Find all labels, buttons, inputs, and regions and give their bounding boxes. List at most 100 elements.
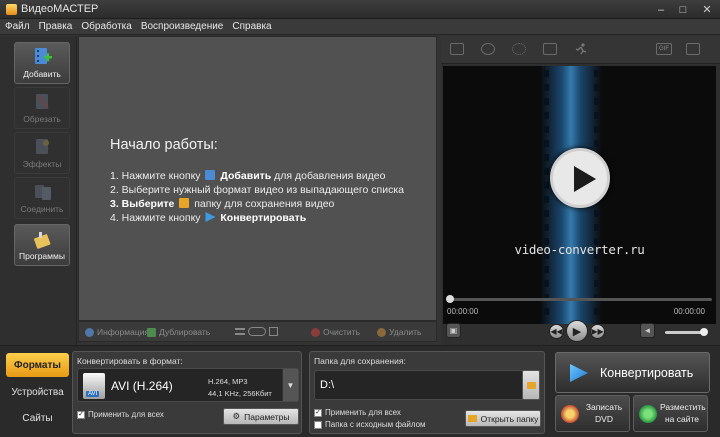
film-perforation xyxy=(594,266,599,273)
getting-started-heading: Начало работы: xyxy=(110,137,218,153)
programs-button[interactable]: Программы xyxy=(14,224,70,266)
volume-knob[interactable] xyxy=(700,328,708,336)
join-label: Соединить xyxy=(20,204,64,214)
menu-file[interactable]: Файл xyxy=(5,21,30,32)
app-logo-icon xyxy=(6,4,17,15)
open-folder-label: Открыть папку xyxy=(480,413,539,424)
window-controls: – □ ✕ xyxy=(650,0,720,19)
preview-url-text: video-converter.ru xyxy=(514,242,645,257)
tab-devices[interactable]: Устройства xyxy=(6,380,69,404)
delete-button[interactable]: Удалить xyxy=(377,327,421,337)
delete-label: Удалить xyxy=(389,327,422,337)
menu-process[interactable]: Обработка xyxy=(81,21,131,32)
duplicate-icon xyxy=(147,327,156,337)
speed-icon[interactable] xyxy=(574,43,588,55)
forward-button[interactable]: ▶▶ xyxy=(590,324,605,339)
browse-folder-button[interactable] xyxy=(522,370,540,400)
preview-panel: GIF video-converter.ru 00:00:00 00:00:00… xyxy=(441,36,720,345)
snapshot-icon[interactable]: ▣ xyxy=(446,323,461,338)
output-path-field[interactable]: D:\ xyxy=(314,370,524,400)
close-button[interactable]: ✕ xyxy=(694,0,720,19)
photo-icon[interactable] xyxy=(481,43,495,55)
view-toggle[interactable] xyxy=(235,327,278,336)
format-select[interactable]: AVI AVI (H.264) H.264, MP3 44,1 KHz, 256… xyxy=(77,368,299,402)
film-perforation xyxy=(594,210,599,217)
convert-icon xyxy=(205,212,216,222)
film-perforation xyxy=(544,280,549,287)
format-apply-all-checkbox[interactable]: ✓ Применить для всех xyxy=(77,410,164,419)
delete-icon xyxy=(377,327,386,337)
duplicate-label: Дублировать xyxy=(159,327,211,337)
playback-controls: ▣ ◀◀ ▶ ▶▶ ◄ xyxy=(441,319,720,343)
tab-formats[interactable]: Форматы xyxy=(6,353,69,377)
add-button[interactable]: Добавить xyxy=(14,42,70,84)
volume-slider[interactable] xyxy=(665,328,708,336)
step-1: 1. Нажмите кнопку Добавить для добавлени… xyxy=(110,170,385,182)
fullscreen-icon[interactable] xyxy=(686,43,700,55)
film-perforation xyxy=(544,140,549,147)
film-icon[interactable] xyxy=(543,43,557,55)
maximize-button[interactable]: □ xyxy=(672,0,694,19)
film-perforation xyxy=(594,98,599,105)
brightness-icon[interactable] xyxy=(512,43,526,55)
step-1-bold: Добавить xyxy=(220,170,272,182)
total-time: 00:00:00 xyxy=(673,307,705,316)
seek-bar[interactable] xyxy=(446,295,712,303)
film-perforation xyxy=(594,308,599,315)
source-folder-checkbox[interactable]: Папка с исходным файлом xyxy=(314,420,426,429)
folder-icon xyxy=(467,415,477,422)
file-workspace[interactable]: Начало работы: 1. Нажмите кнопку Добавит… xyxy=(78,36,437,321)
convert-label: Конвертировать xyxy=(600,366,694,380)
publish-button[interactable]: Разместить на сайте xyxy=(633,395,708,432)
play-button[interactable]: ▶ xyxy=(566,320,588,342)
film-perforation xyxy=(544,308,549,315)
open-folder-button[interactable]: Открыть папку xyxy=(465,410,541,427)
join-icon xyxy=(34,182,52,202)
checkbox-checked-icon: ✓ xyxy=(314,408,322,417)
step-3-tail: папку для сохранения видео xyxy=(194,198,335,210)
step-2: 2. Выберите нужный формат видео из выпад… xyxy=(110,184,404,196)
video-screen[interactable]: video-converter.ru xyxy=(443,66,716,324)
volume-icon[interactable]: ◄ xyxy=(640,323,655,338)
app-window: ВидеоМАСТЕР – □ ✕ Файл Правка Обработка … xyxy=(0,0,720,437)
film-perforation xyxy=(544,126,549,133)
minimize-button[interactable]: – xyxy=(650,0,672,19)
big-play-icon[interactable] xyxy=(550,148,610,208)
effects-label: Эффекты xyxy=(22,159,62,169)
rewind-button[interactable]: ◀◀ xyxy=(549,324,564,339)
menu-edit[interactable]: Правка xyxy=(39,21,73,32)
parameters-button[interactable]: ⚙ Параметры xyxy=(223,408,299,425)
programs-icon xyxy=(33,229,52,249)
effects-button[interactable]: Эффекты xyxy=(14,132,70,174)
film-perforation xyxy=(544,224,549,231)
info-button[interactable]: Информация xyxy=(85,327,149,337)
format-badge: AVI xyxy=(86,391,100,397)
folder-apply-all-label: Применить для всех xyxy=(325,408,401,417)
seek-knob[interactable] xyxy=(446,295,454,303)
workspace-toolbar: Информация Дублировать Очистить Удалить xyxy=(78,321,437,342)
film-add-icon xyxy=(205,170,216,180)
duplicate-button[interactable]: Дублировать xyxy=(147,327,210,337)
menu-help[interactable]: Справка xyxy=(232,21,271,32)
clear-button[interactable]: Очистить xyxy=(311,327,360,337)
effects-icon xyxy=(34,137,52,157)
menu-bar: Файл Правка Обработка Воспроизведение Сп… xyxy=(0,19,720,35)
menu-playback[interactable]: Воспроизведение xyxy=(141,21,224,32)
convert-button[interactable]: Конвертировать xyxy=(555,352,710,393)
film-add-icon xyxy=(34,47,52,67)
cut-button[interactable]: Обрезать xyxy=(14,87,70,129)
gif-icon[interactable]: GIF xyxy=(656,43,672,55)
preview-toolbar: GIF xyxy=(441,36,720,64)
burn-dvd-button[interactable]: Записать DVD xyxy=(555,395,630,432)
film-perforation xyxy=(594,84,599,91)
tab-sites[interactable]: Сайты xyxy=(6,406,69,430)
chevron-down-icon[interactable]: ▼ xyxy=(282,369,298,401)
format-name: AVI (H.264) xyxy=(111,379,173,393)
folder-apply-all-checkbox[interactable]: ✓ Применить для всех xyxy=(314,408,401,417)
format-spec-audio: 44,1 KHz, 256Кбит xyxy=(208,389,272,398)
join-button[interactable]: Соединить xyxy=(14,177,70,219)
gear-icon: ⚙ xyxy=(232,411,241,421)
upload-icon xyxy=(639,405,657,423)
crop-icon[interactable] xyxy=(450,43,464,55)
title-bar: ВидеоМАСТЕР – □ ✕ xyxy=(0,0,720,19)
